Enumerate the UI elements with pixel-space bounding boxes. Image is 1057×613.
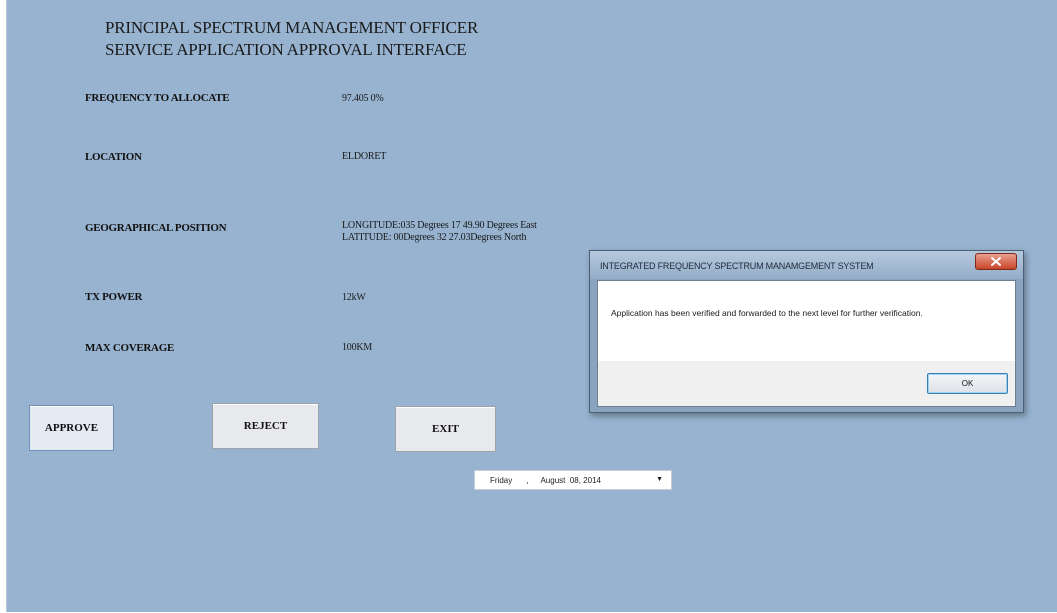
dialog-title: INTEGRATED FREQUENCY SPECTRUM MANAMGEMEN… (600, 261, 874, 271)
tx-power-value: 12kW (342, 292, 366, 303)
close-icon[interactable] (975, 253, 1017, 270)
dialog-titlebar[interactable]: INTEGRATED FREQUENCY SPECTRUM MANAMGEMEN… (590, 251, 1023, 279)
latitude-value: LATITUDE: 00Degrees 32 27.03Degrees Nort… (342, 232, 527, 243)
dialog-message: Application has been verified and forwar… (611, 308, 923, 318)
date-picker[interactable]: Friday , August 08, 2014 ▼ (474, 470, 672, 490)
geographical-position-label: GEOGRAPHICAL POSITION (85, 222, 227, 234)
page-title-line-2: SERVICE APPLICATION APPROVAL INTERFACE (105, 40, 467, 59)
dialog-message-area: Application has been verified and forwar… (598, 281, 1015, 361)
longitude-value: LONGITUDE:035 Degrees 17 49.90 Degrees E… (342, 220, 537, 231)
max-coverage-value: 100KM (342, 342, 373, 353)
location-label: LOCATION (85, 151, 142, 163)
exit-button[interactable]: EXIT (395, 406, 496, 452)
page-title-line-1: PRINCIPAL SPECTRUM MANAGEMENT OFFICER (105, 18, 479, 37)
reject-button[interactable]: REJECT (212, 403, 319, 449)
date-separator: , (526, 475, 529, 485)
chevron-down-icon[interactable]: ▼ (656, 476, 663, 483)
date-value: August 08, 2014 (540, 475, 601, 485)
frequency-value: 97.405 0% (342, 93, 384, 104)
ok-button-label: OK (961, 379, 974, 388)
message-dialog: INTEGRATED FREQUENCY SPECTRUM MANAMGEMEN… (589, 250, 1024, 413)
approve-button-label: APPROVE (44, 422, 99, 434)
max-coverage-label: MAX COVERAGE (85, 342, 174, 354)
location-value: ELDORET (342, 151, 387, 162)
reject-button-label: REJECT (243, 420, 288, 432)
tx-power-label: TX POWER (85, 291, 143, 303)
exit-button-label: EXIT (432, 423, 459, 435)
frequency-label: FREQUENCY TO ALLOCATE (85, 92, 230, 104)
date-day: Friday (490, 475, 513, 485)
app-window: PRINCIPAL SPECTRUM MANAGEMENT OFFICER SE… (6, 0, 1057, 612)
ok-button[interactable]: OK (927, 373, 1008, 394)
approve-button[interactable]: APPROVE (29, 405, 114, 451)
dialog-body: Application has been verified and forwar… (597, 280, 1016, 407)
